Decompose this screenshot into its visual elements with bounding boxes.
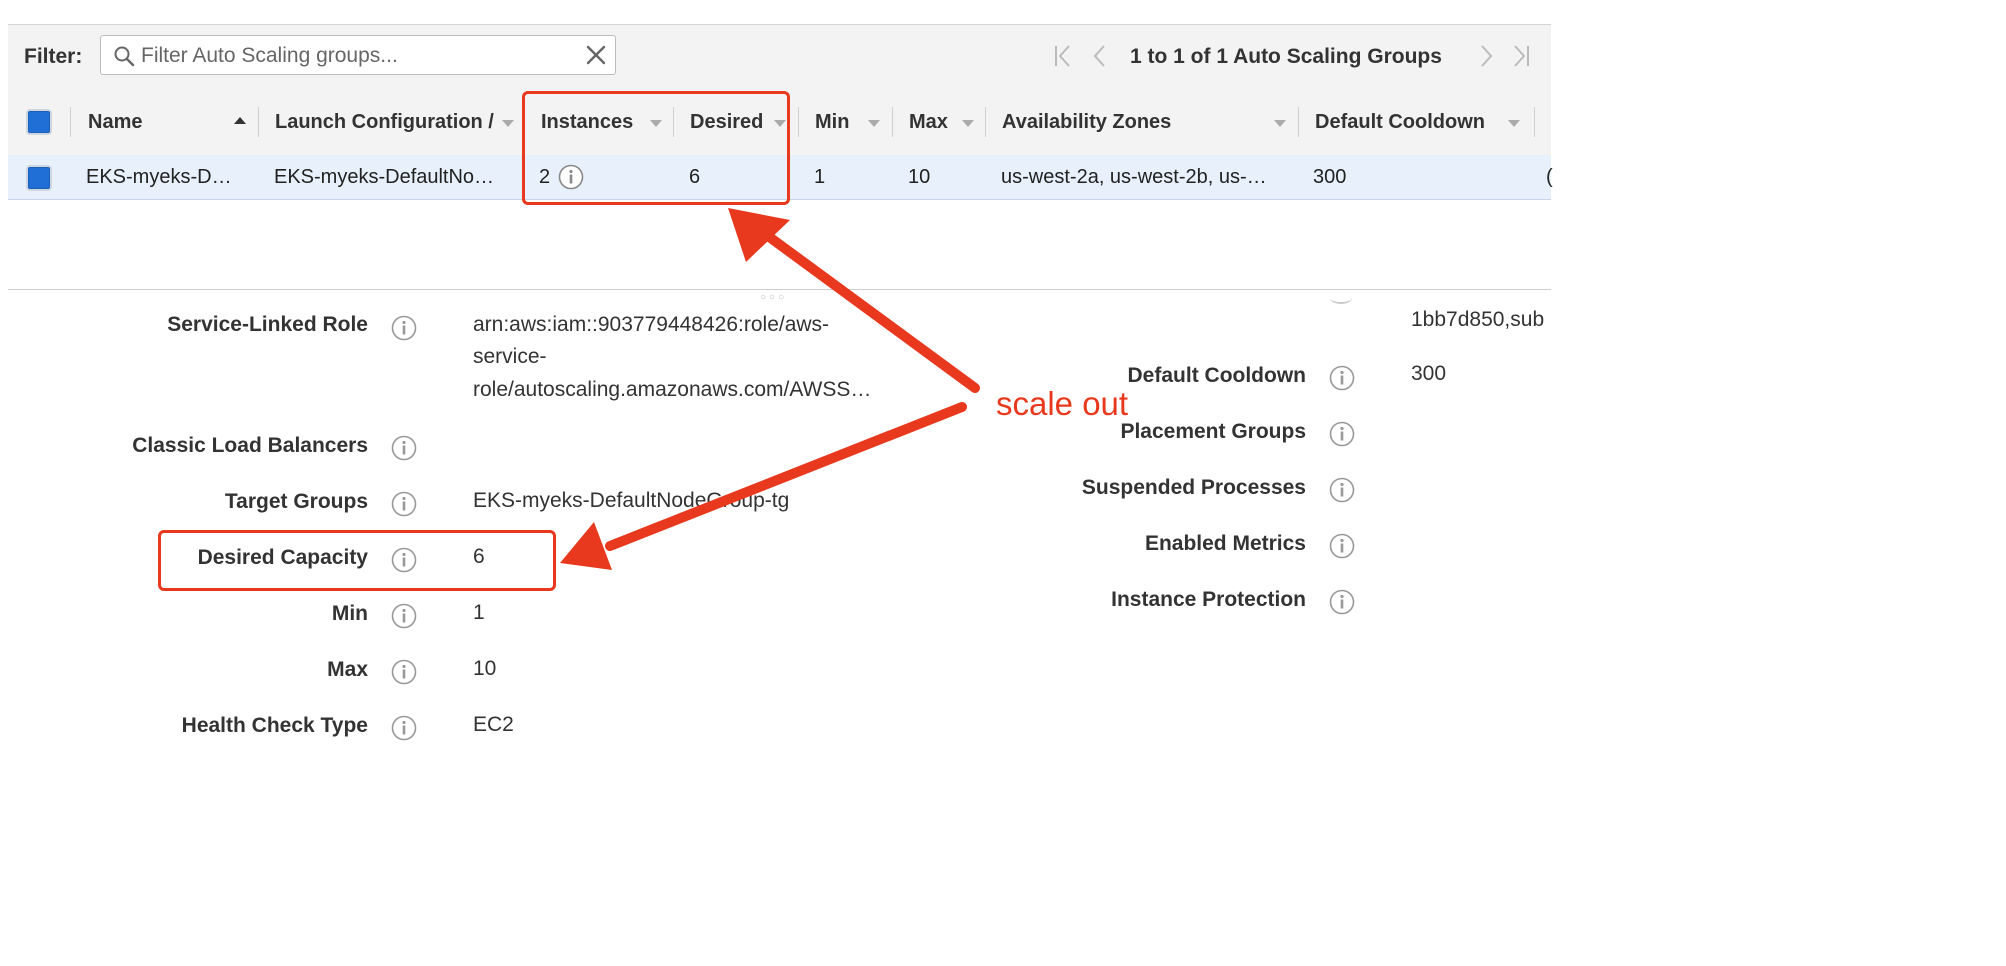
annotation-label: scale out	[996, 385, 1129, 422]
arrow-up-icon	[728, 208, 980, 393]
arrow-down-icon	[560, 402, 967, 570]
annotation-arrows	[560, 208, 980, 570]
